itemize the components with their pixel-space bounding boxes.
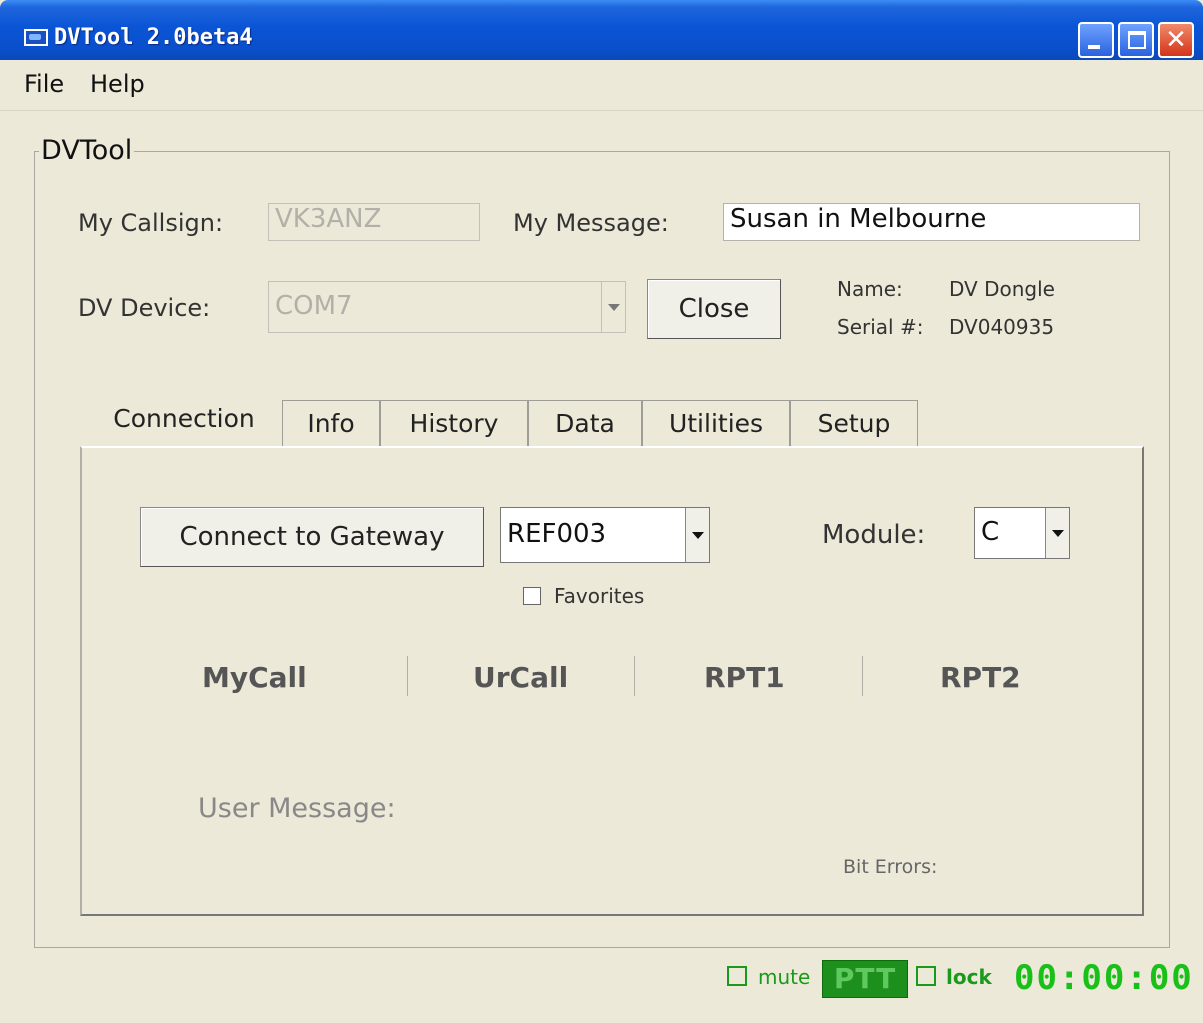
favorites-checkbox[interactable] (523, 587, 541, 605)
device-select-value: COM7 (275, 291, 353, 321)
col-mycall: MyCall (202, 661, 307, 694)
module-select[interactable]: C (974, 507, 1070, 559)
chevron-down-icon (1045, 508, 1069, 558)
col-rpt2: RPT2 (940, 661, 1021, 694)
device-name-value: DV Dongle (949, 277, 1055, 301)
device-select: COM7 (268, 281, 626, 333)
close-device-button[interactable]: Close (647, 279, 781, 339)
maximize-button[interactable] (1118, 22, 1154, 58)
tab-history[interactable]: History (380, 400, 528, 446)
maximize-icon (1128, 31, 1146, 49)
favorites-label: Favorites (554, 584, 645, 608)
chevron-down-icon (601, 282, 625, 332)
app-icon (24, 29, 48, 46)
title-bar[interactable]: DVTool 2.0beta4 ✕ (0, 0, 1203, 60)
elapsed-timer: 00:00:00 (1014, 958, 1194, 998)
tab-setup[interactable]: Setup (790, 400, 918, 446)
tab-info[interactable]: Info (282, 400, 380, 446)
bit-errors-label: Bit Errors: (843, 856, 938, 878)
tab-utilities[interactable]: Utilities (642, 400, 790, 446)
close-icon: ✕ (1165, 25, 1187, 55)
col-urcall: UrCall (473, 661, 569, 694)
mute-checkbox[interactable] (727, 966, 747, 986)
column-divider (634, 656, 635, 696)
gateway-select[interactable]: REF003 (500, 507, 710, 563)
tab-data[interactable]: Data (528, 400, 642, 446)
tab-connection[interactable]: Connection (86, 396, 282, 450)
lock-label: lock (946, 965, 992, 989)
lock-checkbox[interactable] (916, 966, 936, 986)
connect-gateway-button[interactable]: Connect to Gateway (140, 507, 484, 567)
column-divider (407, 656, 408, 696)
close-window-button[interactable]: ✕ (1158, 22, 1194, 58)
gateway-select-value: REF003 (507, 519, 607, 549)
menu-bar: File Help (0, 60, 1203, 111)
menu-file[interactable]: File (24, 69, 64, 99)
group-legend: DVTool (41, 135, 133, 166)
menu-help[interactable]: Help (90, 69, 145, 99)
message-label: My Message: (513, 209, 669, 237)
minimize-icon (1088, 45, 1100, 49)
callsign-field: VK3ANZ (268, 203, 480, 241)
message-field[interactable]: Susan in Melbourne (723, 203, 1140, 241)
ptt-button[interactable]: PTT (822, 960, 908, 998)
device-serial-value: DV040935 (949, 315, 1055, 339)
dvtool-window: DVTool 2.0beta4 ✕ File Help DVTool My Ca… (0, 0, 1203, 1023)
window-title: DVTool 2.0beta4 (54, 25, 253, 50)
callsign-label: My Callsign: (78, 209, 224, 237)
module-label: Module: (822, 520, 926, 550)
device-serial-label: Serial #: (837, 315, 924, 339)
chevron-down-icon (685, 508, 709, 562)
mute-label: mute (758, 965, 811, 989)
column-divider (862, 656, 863, 696)
user-message-label: User Message: (198, 793, 396, 824)
device-name-label: Name: (837, 277, 903, 301)
col-rpt1: RPT1 (704, 661, 785, 694)
module-select-value: C (981, 517, 1000, 547)
minimize-button[interactable] (1078, 22, 1114, 58)
device-label: DV Device: (78, 294, 211, 322)
